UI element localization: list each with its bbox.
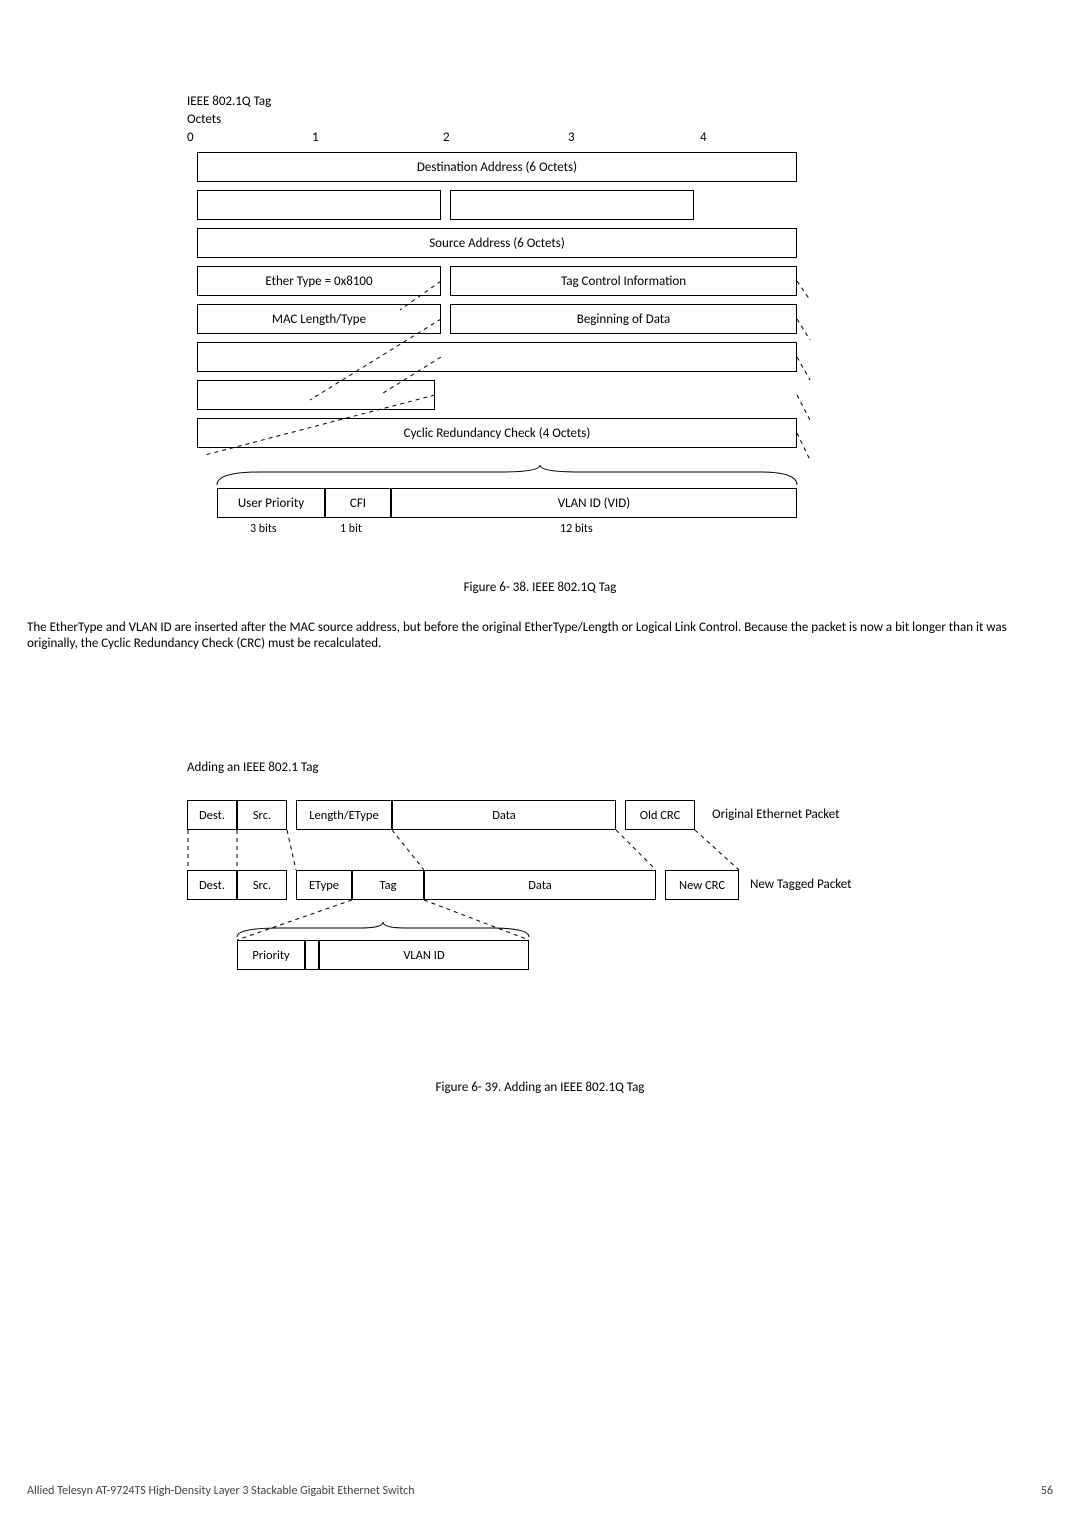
scale-0: 0 — [187, 130, 194, 145]
detail-bits-cfi: 1 bit — [340, 522, 362, 536]
scale-4: 4 — [700, 130, 707, 145]
orig-src: Src. — [237, 800, 287, 830]
row-crc: Cyclic Redundancy Check (4 Octets) — [197, 418, 797, 448]
brk-cfi-slot — [305, 940, 319, 970]
detail-user-priority: User Priority — [217, 488, 325, 518]
row-begin-data: Beginning of Data — [450, 304, 797, 334]
orig-data: Data — [392, 800, 616, 830]
detail-bits-vid: 12 bits — [560, 522, 593, 536]
fig2-caption: Figure 6- 39. Adding an IEEE 802.1Q Tag — [0, 1080, 1080, 1095]
row-ether-type: Ether Type = 0x8100 — [197, 266, 441, 296]
brk-vlanid: VLAN ID — [319, 940, 529, 970]
fig1-title: IEEE 802.1Q Tag — [187, 94, 271, 109]
tag-tag: Tag — [352, 870, 424, 900]
body-paragraph: The EtherType and VLAN ID are inserted a… — [27, 620, 1053, 653]
row-mac-len: MAC Length/Type — [197, 304, 441, 334]
tag-data: Data — [424, 870, 656, 900]
row-src-addr: Source Address (6 Octets) — [197, 228, 797, 258]
fig2-connectors — [0, 800, 1080, 1000]
orig-label: Original Ethernet Packet — [712, 807, 840, 822]
row-dest-blank-a — [197, 190, 441, 220]
orig-len: Length/EType — [296, 800, 392, 830]
scale-1: 1 — [312, 130, 319, 145]
tag-src: Src. — [237, 870, 287, 900]
detail-bits-up: 3 bits — [250, 522, 277, 536]
row-tci: Tag Control Information — [450, 266, 797, 296]
tag-crc: New CRC — [665, 870, 739, 900]
tag-label: New Tagged Packet — [750, 877, 851, 892]
fig2-title: Adding an IEEE 802.1 Tag — [187, 760, 319, 775]
row-dest-blank-b — [450, 190, 694, 220]
fig1-subtitle: Octets — [187, 112, 221, 127]
fig1-caption: Figure 6- 38. IEEE 802.1Q Tag — [0, 580, 1080, 595]
orig-crc: Old CRC — [625, 800, 695, 830]
tag-etype: EType — [296, 870, 352, 900]
page: IEEE 802.1Q Tag Octets 0 1 2 3 4 Destina… — [0, 0, 1080, 1527]
row-data-tail — [197, 380, 435, 410]
footer-page: 56 — [1041, 1484, 1053, 1498]
scale-2: 2 — [443, 130, 450, 145]
tag-dest: Dest. — [187, 870, 237, 900]
footer-left: Allied Telesyn AT-9724TS High-Density La… — [27, 1484, 415, 1498]
orig-dest: Dest. — [187, 800, 237, 830]
detail-vid: VLAN ID (VID) — [391, 488, 797, 518]
row-dest-addr: Destination Address (6 Octets) — [197, 152, 797, 182]
row-data-blank — [197, 342, 797, 372]
scale-3: 3 — [568, 130, 575, 145]
brk-priority: Priority — [237, 940, 305, 970]
detail-cfi: CFI — [325, 488, 391, 518]
